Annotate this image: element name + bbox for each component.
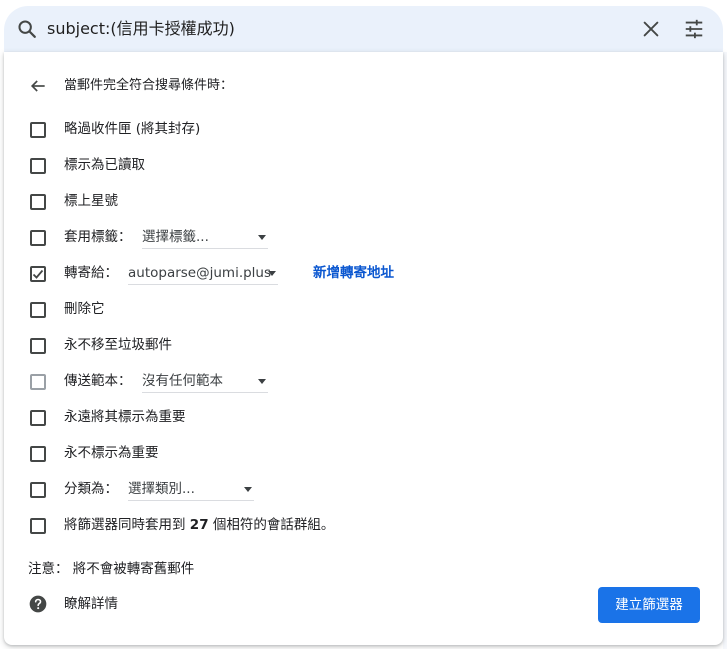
option-label: 將篩選器同時套用到 27 個相符的會話群組。 <box>64 516 334 534</box>
checkbox-mark-read[interactable] <box>30 158 46 174</box>
option-label: 轉寄給： <box>64 265 118 281</box>
close-icon[interactable] <box>640 18 662 40</box>
checkbox-skip-inbox[interactable] <box>30 122 46 138</box>
search-icon <box>18 20 36 38</box>
caret-down-icon <box>258 379 266 384</box>
option-label: 分類為： <box>64 481 118 497</box>
check-icon <box>32 269 44 279</box>
category-select-value: 選擇類別... <box>128 481 195 497</box>
panel-header: 當郵件完全符合搜尋條件時： <box>64 78 234 93</box>
caret-down-icon <box>258 235 266 240</box>
option-categorize: 分類為： 選擇類別... <box>4 478 723 502</box>
option-skip-inbox: 略過收件匣 (將其封存) <box>4 118 723 142</box>
caret-down-icon <box>268 271 276 276</box>
filter-actions-panel: 當郵件完全符合搜尋條件時： 略過收件匣 (將其封存) 標示為已讀取 標上星號 套… <box>4 52 723 645</box>
option-delete: 刪除它 <box>4 298 723 322</box>
option-never-spam: 永不移至垃圾郵件 <box>4 334 723 358</box>
apply-prefix: 將篩選器同時套用到 <box>64 517 186 533</box>
option-star: 標上星號 <box>4 190 723 214</box>
option-label: 傳送範本： <box>64 373 132 389</box>
option-apply-label: 套用標籤： 選擇標籤... <box>4 226 723 250</box>
option-label: 標上星號 <box>64 193 118 209</box>
option-never-important: 永不標示為重要 <box>4 442 723 466</box>
forward-address-select[interactable]: autoparse@jumi.plus <box>128 262 278 285</box>
option-label: 永不標示為重要 <box>64 445 159 461</box>
option-label: 套用標籤： <box>64 229 132 245</box>
create-filter-button[interactable]: 建立篩選器 <box>598 587 700 623</box>
search-bar[interactable]: subject:(信用卡授權成功) <box>4 6 723 52</box>
search-query[interactable]: subject:(信用卡授權成功) <box>47 18 235 40</box>
option-mark-read: 標示為已讀取 <box>4 154 723 178</box>
forward-note: 注意： 將不會被轉寄舊郵件 <box>28 561 195 577</box>
category-select[interactable]: 選擇類別... <box>128 478 254 501</box>
checkbox-forward[interactable] <box>30 266 46 282</box>
option-label: 標示為已讀取 <box>64 157 145 173</box>
checkbox-send-template[interactable] <box>30 374 46 390</box>
search-options-icon[interactable] <box>683 18 705 40</box>
label-select[interactable]: 選擇標籤... <box>142 226 268 249</box>
template-select[interactable]: 沒有任何範本 <box>142 370 268 393</box>
checkbox-categorize[interactable] <box>30 482 46 498</box>
option-forward: 轉寄給： autoparse@jumi.plus 新增轉寄地址 <box>4 262 723 286</box>
arrow-back-icon[interactable] <box>28 76 48 96</box>
checkbox-never-spam[interactable] <box>30 338 46 354</box>
checkbox-always-important[interactable] <box>30 410 46 426</box>
option-send-template: 傳送範本： 沒有任何範本 <box>4 370 723 394</box>
template-select-value: 沒有任何範本 <box>142 373 223 389</box>
apply-suffix: 個相符的會話群組。 <box>212 517 335 533</box>
matching-count: 27 <box>189 517 209 533</box>
option-always-important: 永遠將其標示為重要 <box>4 406 723 430</box>
forward-address-value: autoparse@jumi.plus <box>128 265 272 281</box>
checkbox-apply-label[interactable] <box>30 230 46 246</box>
learn-more-link[interactable]: 瞭解詳情 <box>64 595 118 613</box>
checkbox-never-important[interactable] <box>30 446 46 462</box>
checkbox-apply-to-matching[interactable] <box>30 518 46 534</box>
option-label: 略過收件匣 (將其封存) <box>64 121 201 137</box>
option-label: 永遠將其標示為重要 <box>64 409 186 425</box>
add-forward-address-link[interactable]: 新增轉寄地址 <box>313 264 394 282</box>
label-select-value: 選擇標籤... <box>142 229 209 245</box>
help-icon[interactable] <box>28 594 48 614</box>
checkbox-star[interactable] <box>30 194 46 210</box>
option-apply-to-matching: 將篩選器同時套用到 27 個相符的會話群組。 <box>4 514 723 538</box>
option-label: 刪除它 <box>64 301 105 317</box>
caret-down-icon <box>244 487 252 492</box>
background-edge <box>723 52 727 649</box>
filter-dialog-screen: subject:(信用卡授權成功) 當郵件完全符合搜尋條件時： 略過收件匣 (將… <box>0 0 727 649</box>
checkbox-delete[interactable] <box>30 302 46 318</box>
option-label: 永不移至垃圾郵件 <box>64 337 172 353</box>
